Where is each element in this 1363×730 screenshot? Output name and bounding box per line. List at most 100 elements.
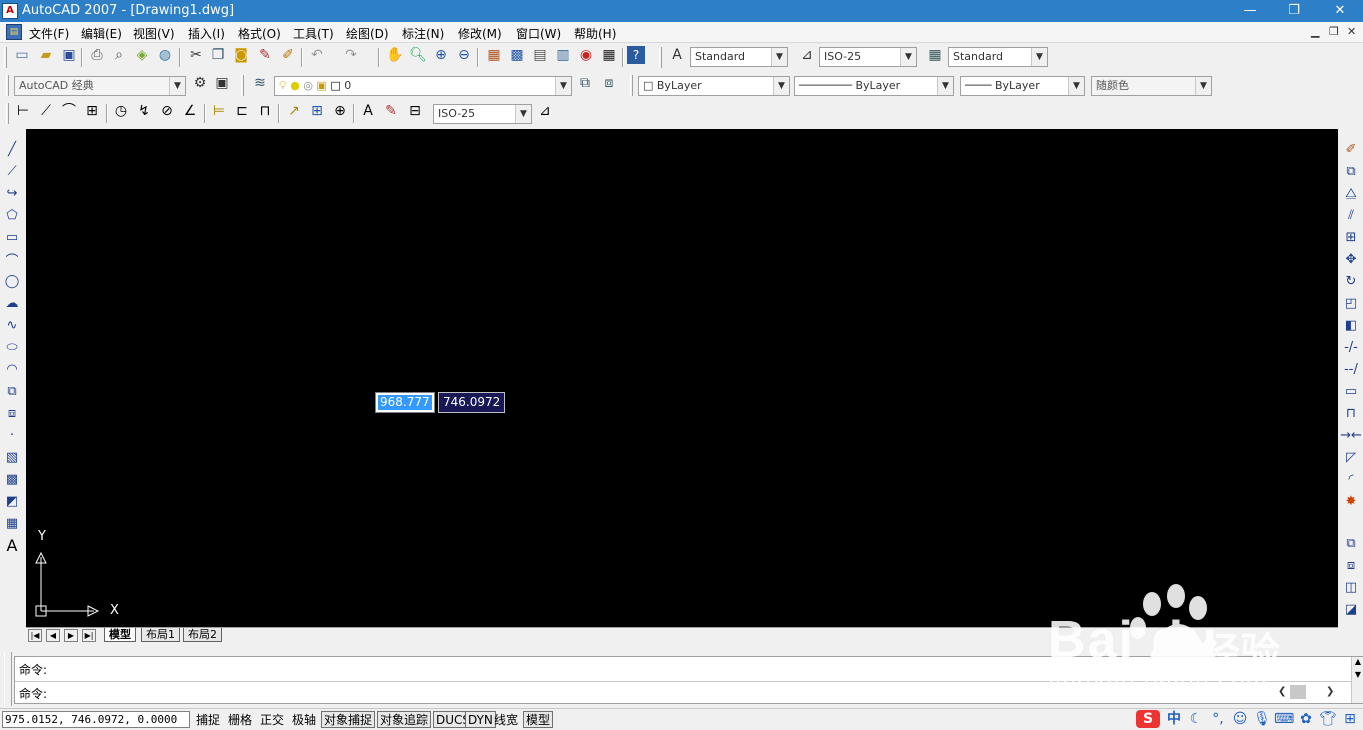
spline-icon[interactable]: ∿ — [1, 315, 23, 335]
tolerance-icon[interactable]: ⊞ — [306, 100, 328, 122]
dynamic-input-x-field[interactable]: 968.777 — [375, 392, 435, 413]
3d-dwf-icon[interactable]: ◍ — [154, 44, 176, 66]
menu-view[interactable]: 视图(V) — [133, 25, 175, 42]
jogged-dimension-icon[interactable]: ↯ — [133, 100, 155, 122]
skin-icon[interactable]: ✿ — [1296, 709, 1316, 729]
last-tab-button[interactable]: ▶| — [82, 629, 96, 642]
line-icon[interactable]: ╱ — [1, 139, 23, 159]
ime-mode-indicator[interactable]: 中 — [1164, 709, 1184, 729]
make-object-layer-current-icon[interactable]: ⧉ — [574, 72, 596, 94]
trim-icon[interactable]: -/- — [1340, 337, 1362, 357]
block-editor-icon[interactable]: ✐ — [277, 44, 299, 66]
text-style-icon[interactable]: A — [666, 44, 688, 66]
scroll-up-icon[interactable]: ▲ — [1352, 657, 1363, 666]
offset-icon[interactable]: ⫽ — [1340, 205, 1362, 225]
paste-icon[interactable]: ◙ — [230, 44, 252, 66]
punctuation-icon[interactable]: °, — [1208, 709, 1228, 729]
array-icon[interactable]: ⊞ — [1340, 227, 1362, 247]
ellipse-icon[interactable]: ⬭ — [1, 337, 23, 357]
polygon-icon[interactable]: ⬠ — [1, 205, 23, 225]
mirror-icon[interactable]: ⧋ — [1340, 183, 1362, 203]
scroll-left-icon[interactable]: ❮ — [1278, 686, 1286, 697]
status-toggle-9[interactable]: 线宽 — [491, 711, 521, 728]
next-tab-button[interactable]: ▶ — [64, 629, 78, 642]
dim-style-select[interactable]: ISO-25 ▼ — [819, 47, 917, 67]
new-icon[interactable]: ▭ — [11, 44, 33, 66]
angular-dimension-icon[interactable]: ∠ — [179, 100, 201, 122]
move-icon[interactable]: ✥ — [1340, 249, 1362, 269]
status-toggle-3[interactable]: 正交 — [257, 711, 287, 728]
maximize-button[interactable]: ❐ — [1271, 0, 1317, 22]
toolbar-grip[interactable] — [241, 75, 244, 96]
save-icon[interactable]: ▣ — [58, 44, 80, 66]
table-style-select[interactable]: Standard ▼ — [948, 47, 1048, 67]
ellipse-arc-icon[interactable]: ◠ — [1, 359, 23, 379]
break-at-point-icon[interactable]: ▭ — [1340, 381, 1362, 401]
sogou-ime-logo[interactable]: S — [1136, 710, 1160, 728]
draworder-under-icon[interactable]: ◪ — [1340, 599, 1362, 619]
table-style-icon[interactable]: ▦ — [924, 44, 946, 66]
scroll-down-icon[interactable]: ▼ — [1352, 670, 1363, 679]
linetype-select[interactable]: ──────── ByLayer ▼ — [794, 76, 954, 96]
zoom-previous-icon[interactable]: ⊖ — [453, 44, 475, 66]
multiline-text-icon[interactable]: A — [1, 535, 23, 555]
join-icon[interactable]: →← — [1340, 425, 1362, 445]
command-prompt[interactable]: 命令: — [19, 685, 47, 702]
insert-block-icon[interactable]: ⧉ — [1, 381, 23, 401]
gradient-icon[interactable]: ▩ — [1, 469, 23, 489]
cut-icon[interactable]: ✂ — [185, 44, 207, 66]
hatch-icon[interactable]: ▧ — [1, 447, 23, 467]
draworder-above-icon[interactable]: ◫ — [1340, 577, 1362, 597]
publish-icon[interactable]: ◈ — [131, 44, 153, 66]
tab-model[interactable]: 模型 — [104, 628, 136, 642]
status-toggle-5[interactable]: 对象捕捉 — [321, 711, 376, 728]
color-select[interactable]: □ ByLayer ▼ — [638, 76, 790, 96]
lineweight-select[interactable]: ──── ByLayer ▼ — [960, 76, 1085, 96]
open-icon[interactable]: ▰ — [35, 44, 57, 66]
pan-icon[interactable]: ✋ — [384, 44, 406, 66]
workspace-save-icon[interactable]: ▣ — [211, 72, 233, 94]
prev-tab-button[interactable]: ◀ — [46, 629, 60, 642]
drawing-canvas[interactable]: Y X — [26, 129, 1338, 627]
point-icon[interactable]: · — [1, 425, 23, 445]
toolbar-grip[interactable] — [630, 75, 633, 96]
quick-leader-icon[interactable]: ↗ — [283, 100, 305, 122]
emoji-icon[interactable]: ☺ — [1230, 709, 1250, 729]
center-mark-icon[interactable]: ⊕ — [329, 100, 351, 122]
toolbar-grip[interactable] — [6, 103, 9, 124]
tool-palettes-icon[interactable]: ▤ — [529, 44, 551, 66]
toolbar-grip[interactable] — [659, 47, 662, 68]
menu-insert[interactable]: 插入(I) — [188, 25, 225, 42]
dimension-text-edit-icon[interactable]: ✎ — [380, 100, 402, 122]
command-window-grip[interactable] — [4, 652, 12, 706]
quick-dimension-icon[interactable]: ⊨ — [208, 100, 230, 122]
doc-close-button[interactable]: ✕ — [1347, 25, 1356, 38]
menu-dimension[interactable]: 标注(N) — [402, 25, 444, 42]
menu-help[interactable]: 帮助(H) — [574, 25, 616, 42]
microphone-icon[interactable]: 🎙︎ — [1252, 709, 1272, 729]
markup-icon[interactable]: ◉ — [575, 44, 597, 66]
tab-layout1[interactable]: 布局1 — [141, 628, 180, 642]
aligned-dimension-icon[interactable]: ⟋ — [35, 100, 57, 122]
command-scrollbar[interactable]: ▲ ▼ — [1351, 657, 1363, 703]
menu-draw[interactable]: 绘图(D) — [346, 25, 389, 42]
scroll-right-icon[interactable]: ❯ — [1326, 686, 1334, 697]
baseline-dimension-icon[interactable]: ⊏ — [231, 100, 253, 122]
break-icon[interactable]: ⊓ — [1340, 403, 1362, 423]
zoom-realtime-icon[interactable]: 🔍︎ — [407, 44, 429, 66]
plot-preview-icon[interactable]: ⌕ — [108, 44, 130, 66]
status-toggle-10[interactable]: 模型 — [523, 711, 554, 728]
undo-icon[interactable]: ↶ — [306, 44, 328, 66]
ordinate-dimension-icon[interactable]: ⊞ — [81, 100, 103, 122]
arc-length-icon[interactable]: ⌒ — [58, 100, 80, 122]
make-block-icon[interactable]: ⧈ — [1, 403, 23, 423]
region-icon[interactable]: ◩ — [1, 491, 23, 511]
copy-object-icon[interactable]: ⧉ — [1340, 161, 1362, 181]
toolbar-grip[interactable] — [4, 47, 7, 68]
tab-layout2[interactable]: 布局2 — [183, 628, 222, 642]
close-button[interactable]: ✕ — [1317, 0, 1363, 22]
diameter-dimension-icon[interactable]: ⊘ — [156, 100, 178, 122]
continue-dimension-icon[interactable]: ⊓ — [254, 100, 276, 122]
scale-icon[interactable]: ◰ — [1340, 293, 1362, 313]
quick-calc-icon[interactable]: ▦ — [598, 44, 620, 66]
